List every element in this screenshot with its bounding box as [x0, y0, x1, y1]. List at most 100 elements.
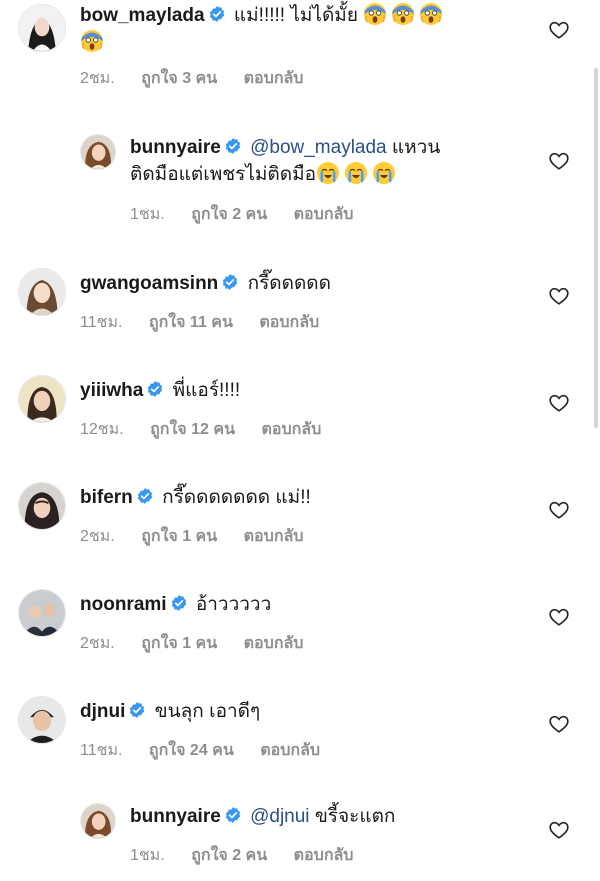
comment-body-line2: ติดมือแต่เพชรไม่ติดมือ [130, 164, 317, 185]
comment-time: 2ชม. [80, 635, 115, 652]
loudly-crying-face-emoji [316, 161, 340, 185]
verified-badge-icon [136, 487, 154, 505]
reply-button[interactable]: ตอบกลับ [260, 742, 320, 759]
verified-badge-icon [224, 137, 242, 155]
verified-badge-icon [208, 5, 226, 23]
likes-count[interactable]: ถูกใจ 2 คน [191, 847, 267, 864]
avatar[interactable] [80, 803, 116, 839]
likes-count[interactable]: ถูกใจ 1 คน [141, 528, 217, 545]
comment-text: bifern กรี๊ดดดดดดด แม่!! [80, 484, 520, 511]
comment-body: แม่!!!!! ไม่ได้มั้ย [233, 5, 358, 26]
comment-body: พี่แอร์!!!! [172, 380, 241, 401]
avatar[interactable] [18, 375, 66, 423]
comment-text: djnui ขนลุก เอาดีๆ [80, 698, 520, 725]
heart-icon[interactable] [548, 19, 570, 41]
avatar-image [19, 376, 65, 422]
comment-meta: 1ชม. ถูกใจ 2 คน ตอบกลับ [130, 202, 375, 227]
comment-meta: 1ชม. ถูกใจ 2 คน ตอบกลับ [130, 843, 375, 868]
avatar[interactable] [18, 696, 66, 744]
comment-item: bow_maylada แม่!!!!! ไม่ได้มั้ย 2ชม. ถูก… [0, 0, 600, 100]
comment-time: 11ชม. [80, 742, 123, 759]
avatar-image [81, 804, 115, 838]
heart-icon[interactable] [548, 499, 570, 521]
username[interactable]: bow_maylada [80, 5, 205, 26]
comment-body: กรี๊ดดดดดดด แม่!! [162, 487, 311, 508]
comment-time: 1ชม. [130, 206, 165, 223]
username[interactable]: gwangoamsinn [80, 273, 218, 294]
username[interactable]: djnui [80, 701, 125, 722]
avatar-image [81, 135, 115, 169]
likes-count[interactable]: ถูกใจ 3 คน [141, 70, 217, 87]
username[interactable]: bunnyaire [130, 806, 221, 827]
likes-count[interactable]: ถูกใจ 24 คน [149, 742, 234, 759]
reply-button[interactable]: ตอบกลับ [261, 421, 321, 438]
mention-link[interactable]: @djnui [250, 806, 309, 827]
comment-time: 1ชม. [130, 847, 165, 864]
comment-item: yiiiwha พี่แอร์!!!! 12ชม. ถูกใจ 12 คน ตอ… [0, 369, 600, 449]
avatar[interactable] [18, 482, 66, 530]
reply-item: bunnyaire @djnui ขรี้จะแตก 1ชม. ถูกใจ 2 … [0, 797, 600, 877]
heart-icon[interactable] [548, 819, 570, 841]
mention-link[interactable]: @bow_maylada [250, 137, 387, 158]
avatar-image [19, 483, 65, 529]
heart-icon[interactable] [548, 285, 570, 307]
reply-button[interactable]: ตอบกลับ [294, 847, 354, 864]
heart-icon[interactable] [548, 392, 570, 414]
comment-text: yiiiwha พี่แอร์!!!! [80, 377, 520, 404]
verified-badge-icon [221, 273, 239, 291]
loudly-crying-face-emoji [344, 161, 368, 185]
comment-meta: 2ชม. ถูกใจ 3 คน ตอบกลับ [80, 66, 325, 91]
comment-meta: 2ชม. ถูกใจ 1 คน ตอบกลับ [80, 631, 325, 656]
comment-body: ขรี้จะแตก [314, 806, 396, 827]
reply-button[interactable]: ตอบกลับ [244, 635, 304, 652]
comment-meta: 2ชม. ถูกใจ 1 คน ตอบกลับ [80, 524, 325, 549]
face-screaming-emoji [363, 2, 387, 26]
reply-button[interactable]: ตอบกลับ [294, 206, 354, 223]
avatar[interactable] [18, 589, 66, 637]
avatar[interactable] [80, 134, 116, 170]
heart-icon[interactable] [548, 150, 570, 172]
username[interactable]: bunnyaire [130, 137, 221, 158]
likes-count[interactable]: ถูกใจ 12 คน [150, 421, 235, 438]
reply-item: bunnyaire @bow_maylada แหวน ติดมือแต่เพช… [0, 128, 600, 228]
comment-body: กรี๊ดดดดด [247, 273, 331, 294]
comment-time: 2ชม. [80, 528, 115, 545]
comment-time: 12ชม. [80, 421, 124, 438]
comment-item: gwangoamsinn กรี๊ดดดดด 11ชม. ถูกใจ 11 คน… [0, 262, 600, 342]
verified-badge-icon [170, 594, 188, 612]
comment-meta: 11ชม. ถูกใจ 11 คน ตอบกลับ [80, 310, 341, 335]
avatar-image [19, 590, 65, 636]
likes-count[interactable]: ถูกใจ 1 คน [141, 635, 217, 652]
comment-meta: 11ชม. ถูกใจ 24 คน ตอบกลับ [80, 738, 342, 763]
face-screaming-emoji [419, 2, 443, 26]
avatar[interactable] [18, 268, 66, 316]
comment-text: bunnyaire @djnui ขรี้จะแตก [130, 803, 530, 830]
username[interactable]: bifern [80, 487, 133, 508]
heart-icon[interactable] [548, 713, 570, 735]
avatar-image [19, 697, 65, 743]
verified-badge-icon [146, 380, 164, 398]
username[interactable]: noonrami [80, 594, 167, 615]
reply-button[interactable]: ตอบกลับ [259, 314, 319, 331]
comment-time: 11ชม. [80, 314, 123, 331]
avatar-image [19, 5, 65, 51]
avatar-image [19, 269, 65, 315]
comment-text: gwangoamsinn กรี๊ดดดดด [80, 270, 520, 297]
verified-badge-icon [224, 806, 242, 824]
comment-text: noonrami อ้าววววว [80, 591, 520, 618]
comment-text: bow_maylada แม่!!!!! ไม่ได้มั้ย [80, 2, 520, 56]
comment-body: ขนลุก เอาดีๆ [154, 701, 261, 722]
verified-badge-icon [128, 701, 146, 719]
likes-count[interactable]: ถูกใจ 2 คน [191, 206, 267, 223]
avatar[interactable] [18, 4, 66, 52]
comment-time: 2ชม. [80, 70, 115, 87]
face-screaming-emoji [80, 29, 104, 53]
reply-button[interactable]: ตอบกลับ [244, 528, 304, 545]
comment-body: แหวน [391, 137, 441, 158]
comment-meta: 12ชม. ถูกใจ 12 คน ตอบกลับ [80, 417, 343, 442]
reply-button[interactable]: ตอบกลับ [244, 70, 304, 87]
comment-item: noonrami อ้าววววว 2ชม. ถูกใจ 1 คน ตอบกลั… [0, 583, 600, 663]
likes-count[interactable]: ถูกใจ 11 คน [149, 314, 233, 331]
username[interactable]: yiiiwha [80, 380, 143, 401]
heart-icon[interactable] [548, 606, 570, 628]
